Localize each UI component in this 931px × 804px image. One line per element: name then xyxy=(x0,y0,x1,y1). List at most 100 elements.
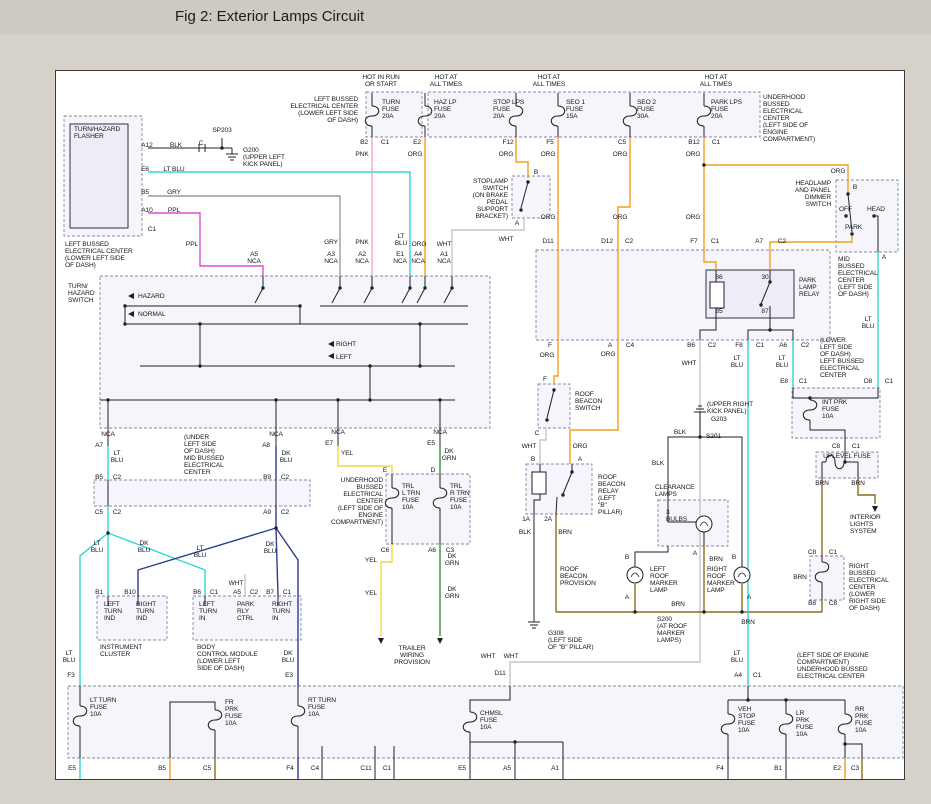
diagram-label: A12 xyxy=(141,142,152,149)
diagram-label: A1 NCA xyxy=(437,251,451,265)
diagram-label: C1 xyxy=(712,139,720,146)
diagram-label: A1 xyxy=(551,765,559,772)
diagram-label: 3 BULBS xyxy=(666,509,687,523)
diagram-label: MID BUSSED ELECTRICAL CENTER (LEFT SIDE … xyxy=(838,256,878,298)
diagram-label: C4 xyxy=(626,342,634,349)
diagram-label: BRN xyxy=(815,480,829,487)
diagram-label: C8 xyxy=(829,600,837,607)
diagram-label: RIGHT TURN IND xyxy=(136,601,156,622)
diagram-label: BRN xyxy=(741,619,755,626)
diagram-label: DK GRN xyxy=(445,586,459,600)
diagram-label: LEFT BUSSED ELECTRICAL CENTER (LOWER LEF… xyxy=(290,96,358,124)
diagram-label: DK GRN xyxy=(445,553,459,567)
diagram-label: FR PRK FUSE 10A xyxy=(225,699,242,727)
diagram-label: CHMSL FUSE 10A xyxy=(480,710,503,731)
diagram-label: C5 xyxy=(618,139,626,146)
diagram-label: (UNDER LEFT SIDE OF DASH) MID BUSSED ELE… xyxy=(184,434,224,476)
diagram-label: 30 xyxy=(761,274,768,281)
diagram-label: C2 xyxy=(708,342,716,349)
diagram-label: ORG xyxy=(499,151,514,158)
diagram-label: TRL L TRN FUSE 10A xyxy=(402,483,420,511)
diagram-label: BRN xyxy=(851,480,865,487)
diagram-label: A6 xyxy=(428,547,436,554)
diagram-label: B9 xyxy=(263,474,271,481)
diagram-label: C8 xyxy=(808,549,816,556)
diagram-label: INSTRUMENT CLUSTER xyxy=(100,644,142,658)
diagram-label: HOT AT ALL TIMES xyxy=(430,74,462,88)
diagram-label: E2 xyxy=(413,139,421,146)
diagram-label: BLK xyxy=(519,529,531,536)
diagram-label: 86 xyxy=(715,274,722,281)
diagram-label: A4 NCA xyxy=(411,251,425,265)
diagram-label: B12 xyxy=(688,139,699,146)
diagram-label: G200 (UPPER LEFT KICK PANEL) xyxy=(243,147,285,168)
diagram-label: C2 xyxy=(113,474,121,481)
diagram-label: A xyxy=(882,254,886,261)
diagram-label: A5 xyxy=(233,589,241,596)
label-layer: HOT IN RUN OR STARTHOT AT ALL TIMESHOT A… xyxy=(0,0,931,804)
diagram-label: E7 xyxy=(325,440,333,447)
diagram-label: D12 xyxy=(601,238,613,245)
diagram-label: A4 xyxy=(734,672,742,679)
diagram-label: B5 xyxy=(95,474,103,481)
diagram-label: ORG xyxy=(412,241,427,248)
diagram-label: B xyxy=(534,169,538,176)
diagram-label: ROOF BEACON SWITCH xyxy=(575,391,602,412)
diagram-label: C2 xyxy=(250,589,258,596)
diagram-label: C5 xyxy=(95,509,103,516)
diagram-label: A xyxy=(578,456,582,463)
diagram-label: DK GRN xyxy=(442,448,456,462)
diagram-label: D xyxy=(431,467,436,474)
diagram-label: DK BLU xyxy=(138,540,151,554)
diagram-label: WHT xyxy=(522,443,537,450)
diagram-label: SEO 1 FUSE 15A xyxy=(566,99,585,120)
diagram-label: E6 xyxy=(141,166,149,173)
diagram-label: DK BLU xyxy=(282,650,295,664)
diagram-label: C2 xyxy=(801,342,809,349)
diagram-label: NCA xyxy=(331,429,345,436)
diagram-label: ORG xyxy=(573,443,588,450)
diagram-label: ORG xyxy=(686,214,701,221)
diagram-label: LT BLU xyxy=(111,450,124,464)
diagram-label: B8 xyxy=(808,600,816,607)
diagram-label: LEFT BUSSED ELECTRICAL CENTER (LOWER LEF… xyxy=(65,241,133,269)
diagram-label: ORG xyxy=(540,352,555,359)
diagram-label: A6 xyxy=(779,342,787,349)
diagram-label: LT BLU xyxy=(395,233,408,247)
diagram-label: G203 xyxy=(711,416,727,423)
diagram-label: DK BLU xyxy=(264,541,277,555)
diagram-label: BODY CONTROL MODULE (LOWER LEFT SIDE OF … xyxy=(197,644,258,672)
diagram-label: HEADLAMP AND PANEL DIMMER SWITCH xyxy=(795,180,831,208)
diagram-label: PPL xyxy=(168,207,180,214)
diagram-label: D11 xyxy=(494,670,505,677)
diagram-label: PARK LAMP RELAY xyxy=(799,277,820,298)
diagram-label: C8 xyxy=(832,443,840,450)
diagram-label: VEH STOP FUSE 10A xyxy=(738,706,755,734)
diagram-label: C1 xyxy=(885,378,893,385)
diagram-label: UPLEVEL FUSE xyxy=(823,453,871,460)
diagram-label: C11 xyxy=(360,765,371,772)
diagram-label: TURN/ HAZARD SWITCH xyxy=(68,283,95,304)
diagram-label: LEFT TURN IND xyxy=(104,601,122,622)
diagram-label: A xyxy=(747,594,751,601)
diagram-label: YEL xyxy=(365,590,377,597)
diagram-label: NCA xyxy=(101,431,115,438)
diagram-label: ORG xyxy=(601,351,616,358)
diagram-label: C xyxy=(199,140,204,147)
diagram-label: PNK xyxy=(355,239,368,246)
diagram-label: F5 xyxy=(546,139,554,146)
diagram-label: E2 xyxy=(833,765,841,772)
diagram-label: LT BLU xyxy=(776,355,789,369)
diagram-label: C2 xyxy=(281,509,289,516)
diagram-label: LT BLU xyxy=(63,650,76,664)
diagram-label: A9 xyxy=(263,509,271,516)
diagram-label: E1 NCA xyxy=(393,251,407,265)
diagram-label: S200 (AT ROOF MARKER LAMPS) xyxy=(657,616,687,644)
diagram-label: C1 xyxy=(283,589,291,596)
diagram-label: 1A xyxy=(522,516,530,523)
diagram-label: PARK LPS FUSE 20A xyxy=(711,99,742,120)
diagram-label: WHT xyxy=(504,653,519,660)
diagram-label: E5 xyxy=(458,765,466,772)
diagram-label: STOP LPS FUSE 20A xyxy=(493,99,524,120)
diagram-label: C4 xyxy=(311,765,319,772)
